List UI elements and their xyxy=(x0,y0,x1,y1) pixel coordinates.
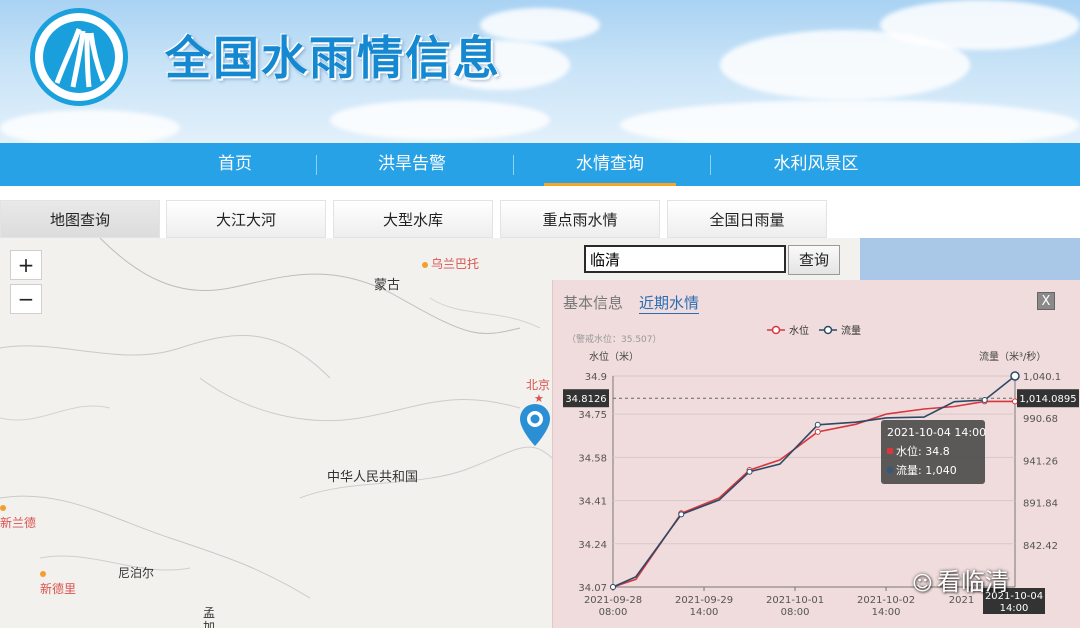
y-right-tick-label: 891.84 xyxy=(1023,499,1058,510)
site-header: 全国水雨情信息 xyxy=(0,0,1080,143)
x-tick-time: 14:00 xyxy=(690,607,719,618)
map-label-ulaanbaatar: 乌兰巴托 xyxy=(422,255,479,272)
cloud-decoration xyxy=(620,100,1080,143)
flow-point xyxy=(678,511,685,518)
y-right-tick-label: 1,040.1 xyxy=(1023,372,1061,383)
city-dot-icon xyxy=(422,261,428,268)
y-left-tick-label: 34.41 xyxy=(578,497,607,508)
tab-large-reservoirs[interactable]: 大型水库 xyxy=(333,200,493,238)
crosshair-left-value: 34.8126 xyxy=(565,394,606,405)
nav-item-flood-alert[interactable]: 洪旱告警 xyxy=(352,143,472,186)
tab-key-rain-water[interactable]: 重点雨水情 xyxy=(500,200,660,238)
flow-point xyxy=(746,468,753,475)
x-tick-date: 2021-09-28 xyxy=(584,595,642,606)
city-dot-icon xyxy=(0,504,6,511)
crosshair-right-value: 1,014.0895 xyxy=(1019,394,1076,405)
wechat-watermark: ☺ 看临清 xyxy=(912,568,1009,596)
map-label-nepal: 尼泊尔 xyxy=(118,566,155,580)
map-label-china: 中华人民共和国 xyxy=(327,470,419,485)
y-left-tick-label: 34.75 xyxy=(578,410,607,421)
x-tick-date: 2021-10-02 xyxy=(857,595,915,606)
nav-divider xyxy=(316,155,317,175)
main-nav: 首页 洪旱告警 水情查询 水利风景区 xyxy=(0,143,1080,186)
flow-point xyxy=(610,584,616,590)
map-label-xinlande: 新兰德 xyxy=(0,500,36,531)
city-dot-icon xyxy=(40,570,46,577)
nav-divider xyxy=(513,155,514,175)
tooltip-flow: 流量: 1,040 xyxy=(896,463,957,477)
tab-map-query[interactable]: 地图查询 xyxy=(0,200,160,238)
wechat-icon: ☺ xyxy=(912,571,933,595)
y-right-tick-label: 990.68 xyxy=(1023,414,1058,425)
legend-marker xyxy=(771,325,781,335)
nav-item-home[interactable]: 首页 xyxy=(175,143,295,186)
flow-point-highlighted xyxy=(1010,371,1020,381)
y-left-tick-label: 34.24 xyxy=(578,540,607,551)
legend-label: 流量 xyxy=(841,324,861,337)
x-tick-time: 08:00 xyxy=(781,607,810,618)
station-search-input[interactable] xyxy=(584,245,786,273)
tooltip-flow-swatch xyxy=(886,466,894,474)
search-button[interactable]: 查询 xyxy=(788,245,840,275)
map-label-new-delhi: 新德里 xyxy=(40,566,76,597)
water-level-point xyxy=(1012,398,1018,405)
water-logo-icon xyxy=(43,21,115,93)
zoom-in-button[interactable]: + xyxy=(10,250,42,280)
nav-item-scenic-areas[interactable]: 水利风景区 xyxy=(756,143,876,186)
y-left-tick-label: 34.07 xyxy=(578,583,607,594)
y-left-tick-label: 34.9 xyxy=(585,372,607,383)
y-left-axis-title: 水位（米） xyxy=(589,350,639,363)
y-right-axis-title: 流量（米³/秒） xyxy=(979,350,1046,363)
cloud-decoration xyxy=(880,0,1080,50)
legend-label: 水位 xyxy=(789,324,809,337)
map-label-mongolia: 蒙古 xyxy=(374,278,401,293)
x-tick-date: 2021-10-01 xyxy=(766,595,824,606)
tooltip-title: 2021-10-04 14:00 xyxy=(887,426,986,439)
site-logo[interactable] xyxy=(30,8,128,106)
y-right-tick-label: 941.26 xyxy=(1023,456,1058,467)
sub-tabs: 地图查询 大江大河 大型水库 重点雨水情 全国日雨量 xyxy=(0,200,1080,238)
tab-major-rivers[interactable]: 大江大河 xyxy=(166,200,326,238)
location-pin-icon[interactable] xyxy=(518,402,552,448)
tooltip-level: 水位: 34.8 xyxy=(896,444,950,458)
x-tick-date: 2021-09-29 xyxy=(675,595,733,606)
x-tick-time: 14:00 xyxy=(872,607,901,618)
water-level-point xyxy=(814,428,821,435)
map-label-bangladesh-partial-2: 加 xyxy=(203,620,216,628)
cloud-decoration xyxy=(330,100,550,140)
map-label-beijing: 北京 xyxy=(526,378,551,392)
flow-point xyxy=(981,396,988,403)
y-left-tick-label: 34.58 xyxy=(578,453,607,464)
nav-divider xyxy=(710,155,711,175)
legend-marker xyxy=(823,325,833,335)
cloud-decoration xyxy=(0,110,180,143)
zoom-out-button[interactable]: − xyxy=(10,284,42,314)
warning-level-label: （警戒水位：35.507） xyxy=(567,333,662,345)
tab-national-daily-rainfall[interactable]: 全国日雨量 xyxy=(667,200,827,238)
x-readout-time: 14:00 xyxy=(1000,603,1029,614)
flow-point xyxy=(814,421,821,428)
site-title: 全国水雨情信息 xyxy=(165,31,501,85)
x-tick-time: 08:00 xyxy=(599,607,628,618)
nav-item-water-query[interactable]: 水情查询 xyxy=(544,143,676,186)
y-right-tick-label: 842.42 xyxy=(1023,541,1058,552)
tooltip-level-swatch xyxy=(887,448,893,454)
